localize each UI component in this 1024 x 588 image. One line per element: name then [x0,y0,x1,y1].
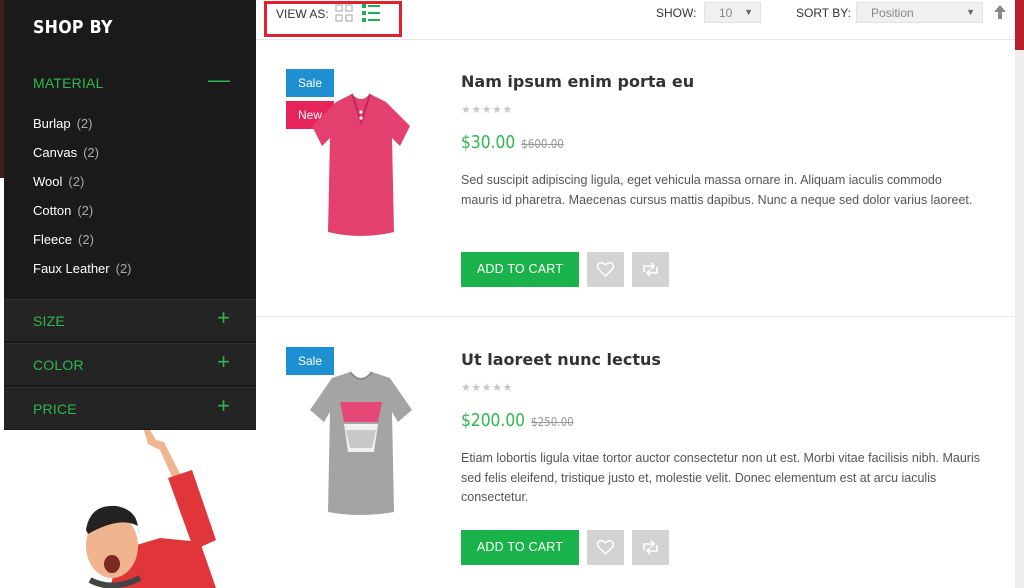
product-description: Sed suscipit adipiscing ligula, eget veh… [461,173,973,207]
product-description: Etiam lobortis ligula vitae tortor aucto… [461,451,980,504]
background-strip-right [1015,0,1024,50]
material-option[interactable]: Canvas (2) [33,145,132,174]
filter-color-label: COLOR [33,357,84,373]
rating-stars-icon: ★★★★★ [461,104,513,116]
dropdown-caret-icon: ▼ [966,7,975,17]
product-image[interactable] [296,82,426,242]
material-option-count: (2) [115,261,132,276]
sort-by-select[interactable]: Position ▼ [856,2,983,23]
filter-price-label: PRICE [33,401,77,417]
old-price: $250.00 [531,415,574,429]
mouth-shape [104,555,120,573]
list-view-icon[interactable] [361,3,381,23]
grid-view-icon[interactable] [335,4,353,22]
heart-icon [597,540,614,555]
special-price: $200.00 [461,410,526,431]
material-option[interactable]: Burlap (2) [33,116,132,145]
filter-color-header[interactable]: COLOR + [4,343,256,385]
sidebar-title: SHOP BY [33,17,113,38]
material-option-count: (2) [83,145,99,160]
special-price: $30.00 [461,132,516,153]
product-title-link[interactable]: Ut laoreet nunc lectus [461,350,661,369]
show-count-select[interactable]: 10 ▼ [704,2,761,23]
material-option[interactable]: Cotton (2) [33,203,132,232]
compare-button[interactable] [632,530,669,565]
compare-arrows-icon [643,262,658,277]
material-option-label[interactable]: Cotton [33,203,71,218]
product-image[interactable] [296,360,426,520]
material-option-label[interactable]: Burlap [33,116,71,131]
filter-price-header[interactable]: PRICE + [4,387,256,429]
filter-size-label: SIZE [33,313,65,329]
dropdown-caret-icon: ▼ [744,7,753,17]
add-to-cart-button[interactable]: ADD TO CART [461,530,579,565]
show-label: SHOW: [656,6,697,20]
wishlist-button[interactable] [587,530,624,565]
material-option-label[interactable]: Faux Leather [33,261,110,276]
filter-size-header[interactable]: SIZE + [4,299,256,341]
sort-by-value: Position [871,6,914,20]
material-option-label[interactable]: Fleece [33,232,72,247]
filter-material-label: MATERIAL [33,75,104,91]
promo-banner-image [86,430,216,588]
material-option-count: (2) [68,174,85,189]
material-option[interactable]: Faux Leather (2) [33,261,132,290]
shop-by-sidebar: SHOP BY MATERIAL — Burlap (2) Canvas (2) W… [4,0,256,430]
material-option-label[interactable]: Wool [33,174,62,189]
material-option-count: (2) [77,203,94,218]
product-title-link[interactable]: Nam ipsum enim porta eu [461,72,694,91]
view-as-label: VIEW AS: [276,7,329,21]
wishlist-button[interactable] [587,252,624,287]
material-option-label[interactable]: Canvas [33,145,77,160]
expand-icon[interactable]: + [217,350,230,374]
show-count-value: 10 [719,6,733,20]
heart-icon [597,262,614,277]
expand-icon[interactable]: + [217,306,230,330]
material-options-list: Burlap (2) Canvas (2) Wool (2) Cotton (2) Fl… [33,116,132,290]
sort-by-label: SORT BY: [796,6,851,20]
sort-direction-arrow-icon[interactable] [992,4,1008,20]
old-price: $600.00 [521,137,564,151]
rating-stars-icon: ★★★★★ [461,382,513,394]
material-option-count: (2) [76,116,93,131]
material-option[interactable]: Fleece (2) [33,232,132,261]
product-price: $30.00 $600.00 [461,132,564,153]
material-option[interactable]: Wool (2) [33,174,132,203]
material-option-count: (2) [78,232,94,247]
compare-button[interactable] [632,252,669,287]
page-scroll-edge [1015,0,1024,588]
compare-arrows-icon [643,540,658,555]
product-price: $200.00 $250.00 [461,410,574,431]
expand-icon[interactable]: + [217,394,230,418]
collapse-icon[interactable]: — [208,68,230,92]
product-list-item: Sale New Nam ipsum enim porta eu ★★★★★ $… [256,40,1015,317]
add-to-cart-button[interactable]: ADD TO CART [461,252,579,287]
sleeve-shape [168,470,216,550]
filter-material-header[interactable]: MATERIAL — [4,62,256,104]
product-list-item: Sale Ut laoreet nunc lectus ★★★★★ $200.0… [256,318,1015,588]
